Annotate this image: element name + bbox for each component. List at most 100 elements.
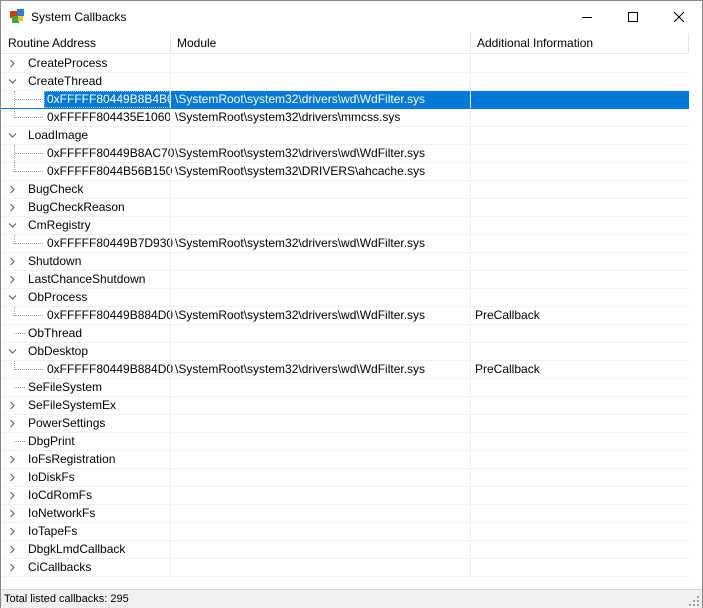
additional-information bbox=[470, 379, 689, 396]
routine-address-cell: IoCdRomFs bbox=[1, 487, 170, 504]
tree-node[interactable]: CreateProcess bbox=[1, 55, 689, 73]
additional-information bbox=[470, 469, 689, 486]
callback-entry-row[interactable]: 0xFFFFF80449B884D0 \SystemRoot\system32\d… bbox=[1, 361, 689, 379]
chevron-down-icon[interactable] bbox=[8, 293, 17, 302]
resize-grip-icon[interactable] bbox=[689, 596, 699, 606]
callback-entry-row[interactable]: 0xFFFFF80449B8AC70 \SystemRoot\system32\d… bbox=[1, 145, 689, 163]
close-button[interactable] bbox=[656, 1, 702, 32]
module-path bbox=[170, 199, 470, 216]
tree-node[interactable]: IoNetworkFs bbox=[1, 505, 689, 523]
module-path bbox=[170, 397, 470, 414]
callback-entry-row[interactable]: 0xFFFFF80449B884D0 \SystemRoot\system32\d… bbox=[1, 307, 689, 325]
routine-address-cell: LastChanceShutdown bbox=[1, 271, 170, 288]
callback-entry-row[interactable]: 0xFFFFF804435E1060 \SystemRoot\system32\d… bbox=[1, 109, 689, 127]
callback-type-label: IoNetworkFs bbox=[28, 506, 96, 520]
chevron-down-icon[interactable] bbox=[8, 77, 17, 86]
callback-tree[interactable]: CreateProcess CreateThread 0xFFFFF80449B8B… bbox=[1, 55, 689, 577]
tree-node[interactable]: BugCheck bbox=[1, 181, 689, 199]
chevron-right-icon[interactable] bbox=[8, 275, 17, 284]
tree-node[interactable]: SeFileSystem bbox=[1, 379, 689, 397]
chevron-right-icon[interactable] bbox=[8, 473, 17, 482]
chevron-down-icon[interactable] bbox=[8, 347, 17, 356]
tree-node[interactable]: CmRegistry bbox=[1, 217, 689, 235]
chevron-right-icon[interactable] bbox=[8, 257, 17, 266]
module-path bbox=[170, 127, 470, 144]
tree-connector bbox=[14, 333, 25, 334]
routine-address-cell: DbgPrint bbox=[1, 433, 170, 450]
tree-node[interactable]: CreateThread bbox=[1, 73, 689, 91]
additional-information bbox=[470, 109, 689, 126]
column-header-routine-address[interactable]: Routine Address bbox=[1, 33, 170, 54]
tree-node[interactable]: CiCallbacks bbox=[1, 559, 689, 577]
tree-node[interactable]: IoFsRegistration bbox=[1, 451, 689, 469]
tree-node[interactable]: SeFileSystemEx bbox=[1, 397, 689, 415]
additional-information bbox=[470, 325, 689, 342]
routine-address-cell: 0xFFFFF80449B884D0 bbox=[1, 307, 173, 324]
callback-type-label: IoFsRegistration bbox=[28, 452, 116, 466]
column-header-module[interactable]: Module bbox=[170, 33, 470, 54]
minimize-button[interactable] bbox=[564, 1, 610, 32]
routine-address: 0xFFFFF80449B8B4B0 bbox=[44, 91, 174, 108]
callback-entry-row[interactable]: 0xFFFFF80449B8B4B0 \SystemRoot\system32\d… bbox=[1, 91, 689, 109]
additional-information bbox=[470, 433, 689, 450]
chevron-right-icon[interactable] bbox=[8, 491, 17, 500]
tree-node[interactable]: LastChanceShutdown bbox=[1, 271, 689, 289]
tree-node[interactable]: IoDiskFs bbox=[1, 469, 689, 487]
tree-connector bbox=[15, 171, 43, 172]
chevron-right-icon[interactable] bbox=[8, 419, 17, 428]
routine-address-cell: 0xFFFFF8044B56B150 bbox=[1, 163, 172, 180]
routine-address-cell: IoDiskFs bbox=[1, 469, 170, 486]
additional-information bbox=[470, 145, 689, 162]
chevron-right-icon[interactable] bbox=[8, 185, 17, 194]
tree-node[interactable]: Shutdown bbox=[1, 253, 689, 271]
tree-node[interactable]: DbgkLmdCallback bbox=[1, 541, 689, 559]
callback-entry-row[interactable]: 0xFFFFF8044B56B150 \SystemRoot\system32\D… bbox=[1, 163, 689, 181]
module-path bbox=[170, 55, 470, 72]
tree-node[interactable]: ObThread bbox=[1, 325, 689, 343]
callback-type-label: LastChanceShutdown bbox=[28, 272, 146, 286]
module-path bbox=[170, 541, 470, 558]
tree-node[interactable]: LoadImage bbox=[1, 127, 689, 145]
additional-information: PreCallback bbox=[470, 361, 689, 378]
module-path bbox=[170, 433, 470, 450]
additional-information bbox=[470, 343, 689, 360]
tree-connector bbox=[15, 315, 43, 316]
module-path bbox=[170, 559, 470, 576]
maximize-button[interactable] bbox=[610, 1, 656, 32]
additional-information bbox=[470, 253, 689, 270]
tree-node[interactable]: ObProcess bbox=[1, 289, 689, 307]
callback-type-label: IoCdRomFs bbox=[28, 488, 93, 502]
routine-address-cell: 0xFFFFF80449B884D0 bbox=[1, 361, 173, 378]
callback-type-label: DbgPrint bbox=[28, 434, 75, 448]
callback-entry-row[interactable]: 0xFFFFF80449B7D930 \SystemRoot\system32\d… bbox=[1, 235, 689, 253]
tree-node[interactable]: PowerSettings bbox=[1, 415, 689, 433]
tree-node[interactable]: IoTapeFs bbox=[1, 523, 689, 541]
callback-type-label: DbgkLmdCallback bbox=[28, 542, 126, 556]
chevron-right-icon[interactable] bbox=[8, 527, 17, 536]
routine-address-cell: CreateThread bbox=[1, 73, 170, 90]
additional-information bbox=[470, 541, 689, 558]
chevron-down-icon[interactable] bbox=[8, 221, 17, 230]
tree-node[interactable]: IoCdRomFs bbox=[1, 487, 689, 505]
module-path bbox=[170, 217, 470, 234]
callback-type-label: CreateProcess bbox=[28, 56, 108, 70]
title-bar[interactable]: System Callbacks bbox=[1, 1, 702, 32]
chevron-right-icon[interactable] bbox=[8, 203, 17, 212]
chevron-right-icon[interactable] bbox=[8, 401, 17, 410]
additional-information bbox=[470, 559, 689, 576]
chevron-right-icon[interactable] bbox=[8, 59, 17, 68]
tree-node[interactable]: ObDesktop bbox=[1, 343, 689, 361]
chevron-down-icon[interactable] bbox=[8, 131, 17, 140]
chevron-right-icon[interactable] bbox=[8, 509, 17, 518]
chevron-right-icon[interactable] bbox=[8, 563, 17, 572]
callback-type-label: CiCallbacks bbox=[28, 560, 92, 574]
tree-node[interactable]: DbgPrint bbox=[1, 433, 689, 451]
additional-information bbox=[470, 505, 689, 522]
additional-information bbox=[470, 415, 689, 432]
module-path bbox=[170, 271, 470, 288]
chevron-right-icon[interactable] bbox=[8, 455, 17, 464]
chevron-right-icon[interactable] bbox=[8, 545, 17, 554]
callback-type-label: IoDiskFs bbox=[28, 470, 75, 484]
tree-node[interactable]: BugCheckReason bbox=[1, 199, 689, 217]
column-header-additional-information[interactable]: Additional Information bbox=[470, 33, 688, 54]
